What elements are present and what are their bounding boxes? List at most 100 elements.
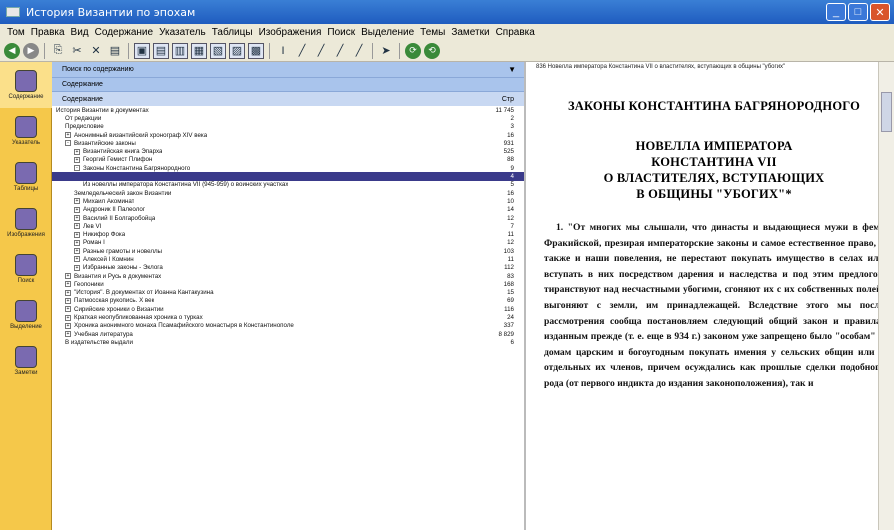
expand-icon[interactable]: + [74,248,80,255]
expand-icon[interactable]: + [65,331,71,338]
expand-icon[interactable]: + [65,322,71,329]
tree-row[interactable]: + Краткая неопубликованная хроника о турк… [52,313,524,321]
tree-row[interactable]: + Патмосская рукопись. X век 69 [52,297,524,305]
collapse-icon[interactable]: - [65,140,71,147]
tree-row[interactable]: + Роман I 12 [52,239,524,247]
tables-icon [15,162,37,184]
contents-search-bar[interactable]: Поиск по содержанию ▼ [52,62,524,78]
tree-row[interactable]: От редакции 2 [52,114,524,122]
expand-icon[interactable]: + [74,231,80,238]
sidebar-item[interactable]: Указатель [0,108,52,154]
tree-row[interactable]: Предисловие 3 [52,123,524,131]
expand-icon[interactable]: + [65,306,71,313]
tree-row[interactable]: + Андроник II Палеолог 14 [52,206,524,214]
sidebar-item[interactable]: Выделение [0,292,52,338]
sidebar-item[interactable]: Таблицы [0,154,52,200]
view-icon[interactable]: ▨ [229,42,245,59]
pen-icon[interactable]: ╱ [313,43,329,59]
view-icon[interactable]: ▥ [172,42,188,59]
tree-row[interactable]: + Алексей I Комнин 11 [52,255,524,263]
minimize-button[interactable]: _ [826,3,846,21]
tree-row[interactable]: + Анонимный византийский хронограф XIV ве… [52,131,524,139]
tree-row[interactable]: В издательстве выдали 6 [52,338,524,346]
refresh-icon[interactable]: ⟳ [405,42,421,59]
text-cursor-icon[interactable]: I [275,43,291,59]
tree-row[interactable]: Земледельческий закон Византии 16 [52,189,524,197]
menu-item[interactable]: Указатель [156,27,209,38]
tree-row[interactable]: + Хроника анонимного монаха Псамафийского… [52,322,524,330]
tree-row[interactable]: + Михаил Акоминат 10 [52,197,524,205]
expand-icon[interactable]: + [74,215,80,221]
expand-icon[interactable]: + [65,297,71,304]
tree-row[interactable]: + Учебная литература 8 829 [52,330,524,338]
sidebar-item[interactable]: Содержание [0,62,52,108]
tree-row[interactable]: + Лев VI 7 [52,222,524,230]
expand-icon[interactable]: + [65,273,71,280]
tree-row[interactable]: + Византия и Русь в документах 83 [52,272,524,280]
tree-row[interactable]: + "История". В документах от Иоанна Канта… [52,289,524,297]
tree-row[interactable]: + Геопоники 168 [52,280,524,288]
expand-icon[interactable]: + [65,289,71,296]
close-button[interactable]: ✕ [870,3,890,21]
vertical-scrollbar[interactable] [878,62,894,530]
tree-row[interactable]: + Разные грамоты и новеллы 103 [52,247,524,255]
expand-icon[interactable]: + [74,156,80,163]
contents-section-bar[interactable]: Содержание [52,78,524,92]
tree-row[interactable]: + Византийская книга Эпарха 525 [52,147,524,155]
tree-row[interactable]: + Никифор Фока 11 [52,230,524,238]
back-icon[interactable]: ◀ [4,42,20,59]
cut-icon[interactable]: ✂ [69,43,85,59]
tree-row[interactable]: + Сирийские хроники о Византии 116 [52,305,524,313]
view-icon[interactable]: ▣ [134,42,150,59]
expand-icon[interactable]: + [74,148,80,155]
expand-icon[interactable]: + [74,239,80,246]
menu-item[interactable]: Вид [68,27,92,38]
menu-item[interactable]: Правка [28,27,68,38]
menu-item[interactable]: Таблицы [209,27,256,38]
view-icon[interactable]: ▤ [153,42,169,59]
pen-icon[interactable]: ╱ [294,43,310,59]
expand-icon[interactable]: + [65,132,71,139]
scrollbar-thumb[interactable] [881,92,892,132]
menu-item[interactable]: Справка [493,27,538,38]
tree-row[interactable]: + Избранные законы - Эклога 112 [52,264,524,272]
view-icon[interactable]: ▧ [210,42,226,59]
pointer-icon[interactable]: ➤ [378,43,394,59]
expand-icon[interactable]: + [74,198,80,205]
sync-icon[interactable]: ⟲ [424,42,440,59]
collapse-icon[interactable]: - [74,165,80,172]
sidebar-item[interactable]: Поиск [0,246,52,292]
expand-icon[interactable]: + [74,264,80,271]
view-icon[interactable]: ▩ [248,42,264,59]
tree-row[interactable]: - Византийские законы 931 [52,139,524,147]
tree-row[interactable]: История Византии в документах 11 745 [52,106,524,114]
expand-icon[interactable]: + [65,314,71,321]
view-icon[interactable]: ▦ [191,42,207,59]
sidebar-item[interactable]: Изображения [0,200,52,246]
menu-item[interactable]: Поиск [324,27,358,38]
print-icon[interactable]: ▤ [107,43,123,59]
tree-row[interactable]: + Василий II Болгаробойца 12 [52,214,524,222]
menu-item[interactable]: Том [4,27,28,38]
tree-row[interactable]: Из новеллы императора Константина VII (9… [52,181,524,189]
forward-icon[interactable]: ▶ [23,42,39,59]
tree-row[interactable]: + Георгий Гемист Плифон 88 [52,156,524,164]
copy-icon[interactable]: ⎘ [50,43,66,59]
menu-item[interactable]: Изображения [256,27,325,38]
expand-icon[interactable]: + [74,223,80,230]
expand-icon[interactable]: + [74,256,80,263]
tree-row[interactable]: 4 [52,172,524,181]
menu-item[interactable]: Темы [417,27,448,38]
menu-item[interactable]: Выделение [358,27,417,38]
sidebar-item[interactable]: Заметки [0,338,52,384]
menu-item[interactable]: Содержание [92,27,156,38]
maximize-button[interactable]: □ [848,3,868,21]
tree-row[interactable]: - Законы Константина Багрянородного 9 [52,164,524,172]
expand-icon[interactable]: + [65,281,71,288]
expand-icon[interactable]: + [74,206,80,213]
pen-icon[interactable]: ╱ [351,43,367,59]
pen-icon[interactable]: ╱ [332,43,348,59]
menu-item[interactable]: Заметки [448,27,492,38]
chevron-down-icon[interactable]: ▼ [508,65,516,74]
delete-icon[interactable]: ✕ [88,43,104,59]
